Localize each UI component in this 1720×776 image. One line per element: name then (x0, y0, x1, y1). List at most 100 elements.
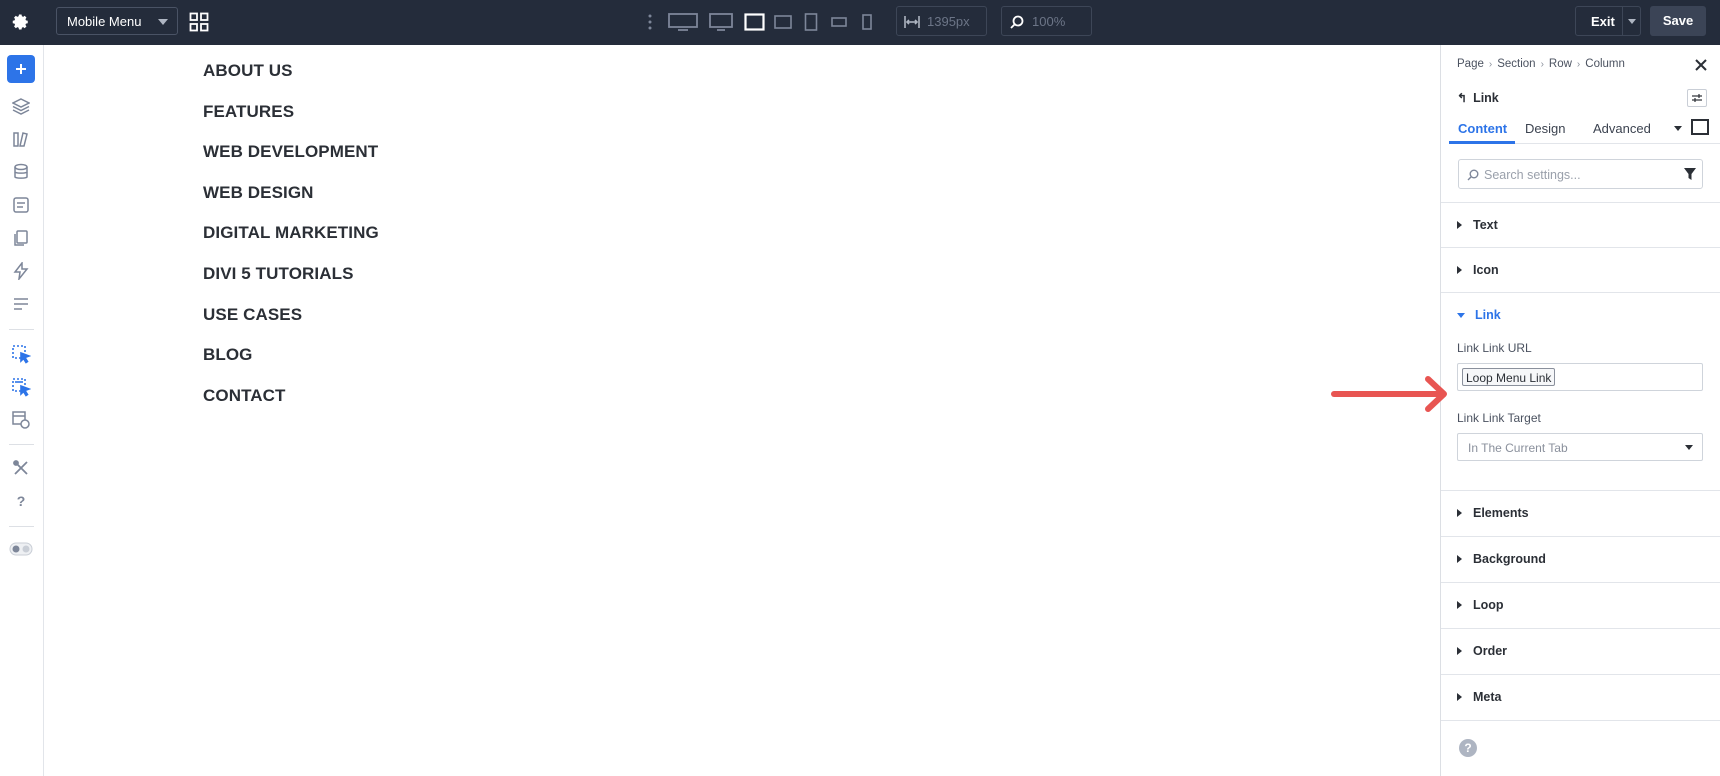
link-url-label: Link Link URL (1457, 341, 1532, 355)
annotation-arrow-icon (1331, 376, 1447, 412)
exit-divider (1622, 7, 1623, 35)
mobile-menu-list: ABOUT US FEATURES WEB DEVELOPMENT WEB DE… (203, 61, 379, 426)
caret-right-icon (1457, 509, 1462, 517)
caret-right-icon (1457, 555, 1462, 563)
menu-item[interactable]: WEB DEVELOPMENT (203, 142, 379, 183)
menu-item[interactable]: USE CASES (203, 305, 379, 346)
filter-icon[interactable] (1684, 168, 1696, 180)
add-icon[interactable] (7, 55, 35, 83)
section-header[interactable]: Loop (1457, 598, 1504, 612)
pages-icon[interactable] (9, 226, 33, 250)
exit-button[interactable]: Exit (1575, 6, 1641, 36)
section-loop[interactable]: Loop (1441, 583, 1720, 629)
section-elements[interactable]: Elements (1441, 491, 1720, 537)
module-options-button[interactable] (1687, 89, 1707, 107)
tablet-landscape-icon[interactable] (774, 11, 792, 33)
top-toolbar: Mobile Menu 1395px 100% Exit Save (0, 0, 1720, 45)
section-header[interactable]: Link (1457, 308, 1501, 322)
phone-landscape-icon[interactable] (831, 11, 847, 33)
breadcrumb-page[interactable]: Page (1457, 58, 1484, 70)
page-canvas[interactable]: ABOUT US FEATURES WEB DEVELOPMENT WEB DE… (45, 45, 1440, 776)
tools-icon[interactable] (9, 456, 33, 480)
interaction-icon[interactable] (9, 342, 33, 366)
tab-content[interactable]: Content (1449, 111, 1515, 144)
section-meta[interactable]: Meta (1441, 675, 1720, 721)
link-url-input[interactable]: Loop Menu Link (1457, 363, 1703, 391)
list-icon[interactable] (9, 292, 33, 316)
section-header[interactable]: Background (1457, 552, 1546, 566)
section-background[interactable]: Background (1441, 537, 1720, 583)
library-icon[interactable] (9, 127, 33, 151)
caret-right-icon (1457, 601, 1462, 609)
menu-item[interactable]: CONTACT (203, 386, 379, 427)
save-button[interactable]: Save (1650, 6, 1706, 36)
section-text[interactable]: Text (1441, 203, 1720, 248)
breadcrumb-row[interactable]: Row (1549, 58, 1572, 70)
breadcrumb-section[interactable]: Section (1497, 58, 1535, 70)
menu-item[interactable]: DIVI 5 TUTORIALS (203, 264, 379, 305)
database-icon[interactable] (9, 160, 33, 184)
breadcrumb-column[interactable]: Column (1585, 58, 1625, 70)
help-icon[interactable]: ? (9, 489, 33, 513)
dynamic-content-tag[interactable]: Loop Menu Link (1462, 368, 1556, 386)
sidebar-divider (9, 329, 34, 330)
sliders-icon (1692, 94, 1702, 102)
chevron-down-icon[interactable] (1674, 126, 1682, 131)
presets-icon[interactable] (9, 408, 33, 432)
section-header[interactable]: Order (1457, 644, 1507, 658)
canvas-width-input[interactable]: 1395px (896, 6, 987, 36)
section-header[interactable]: Icon (1457, 263, 1499, 277)
search-icon (1467, 169, 1479, 181)
caret-right-icon (1457, 693, 1462, 701)
caret-right-icon (1457, 647, 1462, 655)
section-link: Link Link Link URL Loop Menu Link Link L… (1441, 293, 1720, 491)
settings-tabs: Content Design Advanced (1449, 111, 1720, 144)
forms-icon[interactable] (9, 193, 33, 217)
layers-icon[interactable] (9, 94, 33, 118)
section-label: Meta (1473, 690, 1502, 704)
section-header[interactable]: Meta (1457, 690, 1501, 704)
section-label: Elements (1473, 506, 1529, 520)
desktop-wide-icon[interactable] (668, 11, 698, 33)
sidebar-divider (9, 444, 34, 445)
zoom-input[interactable]: 100% (1001, 6, 1092, 36)
menu-item[interactable]: WEB DESIGN (203, 183, 379, 224)
lightning-icon[interactable] (9, 259, 33, 283)
phone-icon[interactable] (861, 11, 873, 33)
chevron-right-icon: › (1540, 58, 1544, 70)
help-icon[interactable]: ? (1459, 739, 1477, 757)
preview-icon[interactable] (1691, 119, 1709, 135)
tab-design[interactable]: Design (1525, 111, 1565, 144)
search-icon (1010, 15, 1024, 29)
section-label: Text (1473, 218, 1498, 232)
more-vertical-icon[interactable] (647, 13, 653, 31)
menu-item[interactable]: DIGITAL MARKETING (203, 223, 379, 264)
chevron-down-icon (158, 19, 168, 25)
section-label: Loop (1473, 598, 1504, 612)
laptop-icon[interactable] (744, 11, 765, 33)
tab-advanced[interactable]: Advanced (1593, 111, 1651, 144)
close-icon[interactable] (1694, 58, 1708, 72)
tablet-icon[interactable] (804, 11, 818, 33)
page-select[interactable]: Mobile Menu (56, 7, 178, 35)
breadcrumb: Page › Section › Row › Column (1457, 58, 1625, 70)
chevron-right-icon: › (1488, 58, 1493, 70)
section-icon[interactable]: Icon (1441, 248, 1720, 293)
section-label: Background (1473, 552, 1546, 566)
link-target-select[interactable]: In The Current Tab (1457, 433, 1703, 461)
canvas-width-value: 1395px (927, 14, 970, 29)
chevron-down-icon[interactable] (1628, 19, 1636, 24)
interaction-alt-icon[interactable] (9, 375, 33, 399)
grid-icon[interactable] (189, 12, 209, 32)
menu-item[interactable]: BLOG (203, 345, 379, 386)
toggle-icon[interactable] (9, 537, 33, 561)
gear-icon[interactable] (9, 10, 33, 34)
back-arrow-icon[interactable]: ↰ (1457, 91, 1467, 105)
menu-item[interactable]: ABOUT US (203, 61, 379, 102)
menu-item[interactable]: FEATURES (203, 102, 379, 143)
section-header[interactable]: Text (1457, 218, 1498, 232)
desktop-icon[interactable] (709, 11, 733, 33)
search-settings-input[interactable]: Search settings... (1458, 159, 1703, 189)
section-header[interactable]: Elements (1457, 506, 1529, 520)
section-order[interactable]: Order (1441, 629, 1720, 675)
